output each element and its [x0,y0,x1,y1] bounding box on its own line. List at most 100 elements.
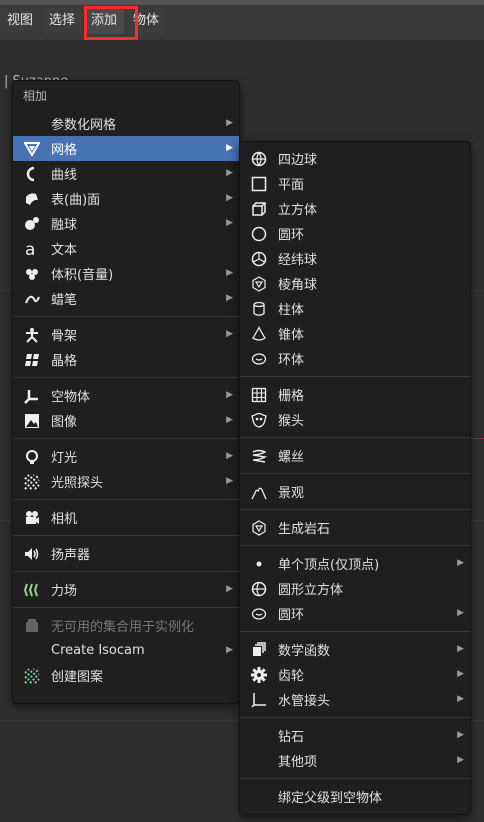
menu-separator [13,438,239,439]
menu-item-label: 体积(音量) [51,268,114,283]
menu-separator [13,499,239,500]
volume-icon [23,265,41,283]
menu-item[interactable]: 螺丝 [240,443,470,468]
menu-separator [240,437,470,438]
menu-item[interactable]: 猴头 [240,407,470,432]
submenu-arrow-icon: ▶ [226,268,233,278]
submenu-arrow-icon: ▶ [226,390,233,400]
menu-item[interactable]: 四边球 [240,146,470,171]
submenu-arrow-icon: ▶ [226,584,233,594]
submenu-arrow-icon: ▶ [226,415,233,425]
menu-item[interactable]: 圆形立方体 [240,576,470,601]
menu-item[interactable]: 绑定父级到空物体 [240,784,470,809]
uv-sphere-icon [250,150,268,168]
menu-item-label: 棱角球 [278,278,318,293]
menu-item[interactable]: 数学函数 ▶ [240,637,470,662]
menu-item-label: 蜡笔 [51,293,78,308]
menu-item-label: 景观 [278,486,305,501]
menu-separator [240,778,470,779]
menu-separator [13,535,239,536]
submenu-arrow-icon: ▶ [226,293,233,303]
menu-item[interactable]: 晶格 [13,347,239,372]
add-menu: 相加 参数化网格 ▶ 网格 ▶ 曲线 ▶ 表(曲)面 ▶ 融球 ▶ a 文本 体积(音量) ▶ 蜡笔 ▶ 骨架 ▶… [12,80,240,704]
menu-item[interactable]: 圆环 [240,221,470,246]
menu-item[interactable]: Create Isocam ▶ [13,638,239,663]
menu-item[interactable]: 曲线 ▶ [13,161,239,186]
menu-item[interactable]: 扬声器 [13,541,239,566]
menu-item-label: 栅格 [278,389,305,404]
menu-item-label: 融球 [51,218,78,233]
menu-item[interactable]: 网格 ▶ [13,136,239,161]
menu-item[interactable]: 融球 ▶ [13,211,239,236]
surface-icon [23,190,41,208]
lattice-icon [23,351,41,369]
menu-item-label: 柱体 [278,303,305,318]
menu-item[interactable]: a 文本 [13,236,239,261]
menu-item[interactable]: 栅格 [240,382,470,407]
submenu-arrow-icon: ▶ [457,644,464,654]
menu-item[interactable]: 平面 [240,171,470,196]
menu-item[interactable]: 经纬球 [240,246,470,271]
menu-item[interactable]: 灯光 ▶ [13,444,239,469]
menu-item[interactable]: 水管接头 ▶ [240,687,470,712]
menu-item[interactable]: 单个顶点(仅顶点) ▶ [240,551,470,576]
menu-item[interactable]: 钻石 ▶ [240,723,470,748]
menu-item[interactable]: 创建图案 [13,663,239,688]
menu-separator [240,473,470,474]
icon-placeholder [250,788,268,806]
menu-item[interactable]: 柱体 [240,296,470,321]
menu-item[interactable]: 表(曲)面 ▶ [13,186,239,211]
menu-item-label: 生成岩石 [278,522,331,537]
menu-item[interactable]: 蜡笔 ▶ [13,286,239,311]
menu-item[interactable]: 骨架 ▶ [13,322,239,347]
menu-item[interactable]: 图像 ▶ [13,408,239,433]
menu-item-label: 文本 [51,243,78,258]
math-function-icon [250,641,268,659]
menu-item[interactable]: 力场 ▶ [13,577,239,602]
menu-item[interactable]: 环体 [240,346,470,371]
monkey-icon [250,411,268,429]
menu-item[interactable]: 其他项 ▶ [240,748,470,773]
menu-select[interactable]: 选择 [42,8,83,34]
cube-icon [250,200,268,218]
menu-view[interactable]: 视图 [0,8,41,34]
menu-item-label: Create Isocam [51,643,145,658]
menu-item[interactable]: 锥体 [240,321,470,346]
submenu-arrow-icon: ▶ [457,608,464,618]
menu-item[interactable]: 圆环 ▶ [240,601,470,626]
menu-item[interactable]: 空物体 ▶ [13,383,239,408]
menu-separator [240,717,470,718]
menu-item-label: 水管接头 [278,694,331,709]
menu-item[interactable]: 生成岩石 [240,515,470,540]
menu-item-label: 曲线 [51,168,78,183]
menu-item[interactable]: 参数化网格 ▶ [13,111,239,136]
landscape-icon [250,483,268,501]
cone-icon [250,325,268,343]
empty-icon [23,387,41,405]
menu-item-label: 圆形立方体 [278,583,344,598]
menu-item[interactable]: 相机 [13,505,239,530]
highlight-box [84,6,138,40]
menu-item[interactable]: 立方体 [240,196,470,221]
plane-icon [250,175,268,193]
light-icon [23,448,41,466]
menu-item-label: 扬声器 [51,548,91,563]
icon-placeholder [250,752,268,770]
svg-text:a: a [25,241,35,257]
round-cube-icon [250,580,268,598]
menu-item-label: 立方体 [278,203,318,218]
menu-item-label: 光照探头 [51,476,104,491]
cylinder-icon [250,300,268,318]
submenu-arrow-icon: ▶ [226,168,233,178]
menu-item[interactable]: 体积(音量) ▶ [13,261,239,286]
menu-item[interactable]: 光照探头 ▶ [13,469,239,494]
submenu-arrow-icon: ▶ [226,645,233,655]
menu-item[interactable]: 棱角球 [240,271,470,296]
submenu-arrow-icon: ▶ [226,118,233,128]
menu-item[interactable]: 齿轮 ▶ [240,662,470,687]
menu-item[interactable]: 景观 [240,479,470,504]
image-icon [23,412,41,430]
menu-item-label: 环体 [278,353,305,368]
menu-item-label: 其他项 [278,755,318,770]
submenu-arrow-icon: ▶ [457,694,464,704]
